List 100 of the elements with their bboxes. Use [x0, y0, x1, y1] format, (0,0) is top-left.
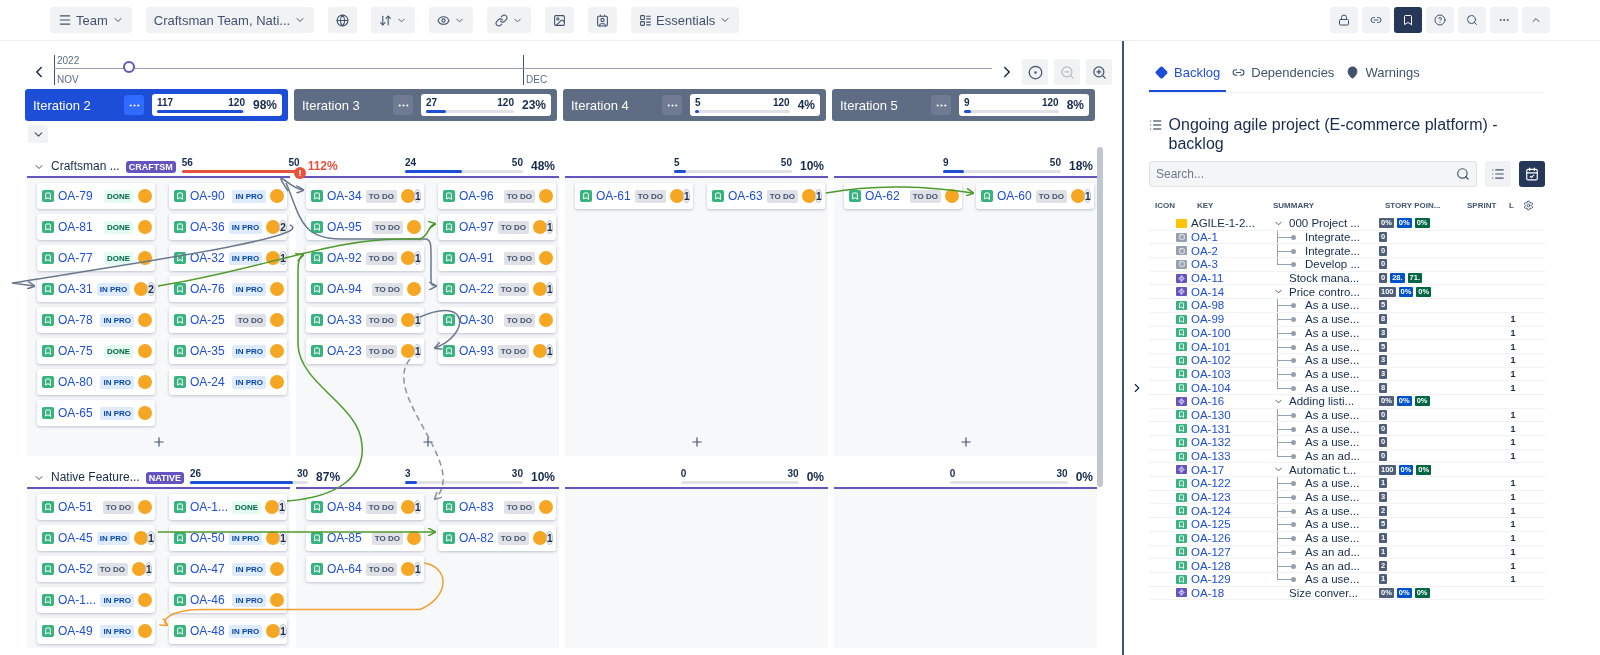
scrollbar[interactable]	[1097, 147, 1103, 487]
issue-key-link[interactable]: OA-17	[1191, 463, 1267, 476]
issue-key-link[interactable]: OA-129	[1191, 573, 1267, 586]
issue-card[interactable]: OA-46 IN PRO	[169, 587, 287, 613]
panel-tab[interactable]: Backlog	[1149, 59, 1227, 92]
iteration-header[interactable]: Iteration 2 117 120 98%	[25, 89, 288, 121]
issue-card[interactable]: OA-90 IN PRO	[169, 183, 287, 209]
team-filter-dropdown[interactable]: Craftsman Team, Nati...	[145, 7, 315, 33]
issue-key-link[interactable]: OA-3	[1191, 258, 1267, 271]
panel-tab[interactable]: Warnings	[1340, 59, 1426, 92]
issue-key-link[interactable]: OA-124	[1191, 504, 1267, 517]
today-button[interactable]	[1022, 59, 1048, 85]
issue-card[interactable]: OA-76 IN PRO	[169, 276, 287, 302]
issue-card[interactable]: OA-96 TO DO	[438, 183, 556, 209]
issue-card[interactable]: OA-33 TO DO 1	[306, 307, 424, 333]
search-field[interactable]: Search...	[1149, 161, 1477, 187]
settings-icon[interactable]	[1523, 199, 1534, 211]
issue-key-link[interactable]: OA-14	[1191, 285, 1267, 298]
issue-card[interactable]: OA-75 DONE	[37, 338, 155, 364]
toolbar-button[interactable]	[1394, 7, 1422, 33]
issue-card[interactable]: OA-60 TO DO 1	[976, 183, 1094, 209]
issue-card[interactable]: OA-25 TO DO	[169, 307, 287, 333]
issue-card[interactable]: OA-51 TO DO	[37, 494, 155, 520]
more-button[interactable]	[124, 95, 144, 115]
issue-card[interactable]: OA-62 TO DO	[844, 183, 962, 209]
issue-card[interactable]: OA-1... DONE 1	[169, 494, 287, 520]
issue-card[interactable]: OA-94 TO DO	[306, 276, 424, 302]
timeline-handle[interactable]	[123, 61, 136, 73]
more-button[interactable]	[931, 95, 951, 115]
issue-card[interactable]: OA-47 IN PRO	[169, 556, 287, 582]
more-button[interactable]	[393, 95, 413, 115]
issue-key-link[interactable]: OA-123	[1191, 491, 1267, 504]
issue-card[interactable]: OA-23 TO DO 1	[306, 338, 424, 364]
iteration-header[interactable]: Iteration 4 5 120 4%	[563, 89, 826, 121]
issue-card[interactable]: OA-1... IN PRO	[37, 587, 155, 613]
issue-card[interactable]: OA-93 TO DO 1	[438, 338, 556, 364]
issue-card[interactable]: OA-61 TO DO 1	[575, 183, 693, 209]
issue-card[interactable]: OA-81 DONE	[37, 214, 155, 240]
issue-card[interactable]: OA-45 IN PRO 1	[37, 525, 155, 551]
zoom-in-button[interactable]	[1086, 59, 1112, 85]
issue-key-link[interactable]: OA-122	[1191, 477, 1267, 490]
issue-card[interactable]: OA-80 IN PRO	[37, 369, 155, 395]
issue-card[interactable]: OA-65 IN PRO	[37, 400, 155, 426]
issue-key-link[interactable]: OA-11	[1191, 272, 1267, 285]
issue-key-link[interactable]: OA-126	[1191, 532, 1267, 545]
issue-key-link[interactable]: OA-98	[1191, 299, 1267, 312]
issue-key-link[interactable]: OA-1	[1191, 231, 1267, 244]
issue-card[interactable]: OA-48 IN PRO 1	[169, 618, 287, 644]
toolbar-button[interactable]	[588, 7, 618, 33]
list-view-button[interactable]	[1485, 161, 1511, 187]
issue-key-link[interactable]: OA-99	[1191, 313, 1267, 326]
issue-card[interactable]: OA-31 IN PRO 2	[37, 276, 155, 302]
issue-card[interactable]: OA-64 TO DO 1	[306, 556, 424, 582]
issue-card[interactable]: OA-97 TO DO 1	[438, 214, 556, 240]
issue-card[interactable]: OA-83 TO DO	[438, 494, 556, 520]
issue-key-link[interactable]: OA-133	[1191, 450, 1267, 463]
issue-card[interactable]: OA-82 TO DO 1	[438, 525, 556, 551]
issue-key-link[interactable]: OA-2	[1191, 244, 1267, 257]
issue-card[interactable]: OA-52 TO DO 1	[37, 556, 155, 582]
issue-card[interactable]: OA-49 IN PRO	[37, 618, 155, 644]
more-button[interactable]	[662, 95, 682, 115]
issue-card[interactable]: OA-63 TO DO 1	[707, 183, 825, 209]
issue-key-link[interactable]: OA-128	[1191, 559, 1267, 572]
iteration-header[interactable]: Iteration 3 27 120 23%	[294, 89, 557, 121]
calendar-view-button[interactable]	[1519, 161, 1545, 187]
issue-card[interactable]: OA-78 IN PRO	[37, 307, 155, 333]
issue-key-link[interactable]: OA-16	[1191, 395, 1267, 408]
issue-key-link[interactable]: OA-132	[1191, 436, 1267, 449]
issue-card[interactable]: OA-77 DONE	[37, 245, 155, 271]
issue-card[interactable]: OA-22 TO DO 1	[438, 276, 556, 302]
iteration-header[interactable]: Iteration 5 9 120 8%	[832, 89, 1095, 121]
issue-card[interactable]: OA-24 IN PRO	[169, 369, 287, 395]
issue-card[interactable]: OA-85 TO DO	[306, 525, 424, 551]
issue-key-link[interactable]: OA-101	[1191, 340, 1267, 353]
toolbar-button[interactable]	[1330, 7, 1358, 33]
toolbar-button[interactable]	[328, 7, 358, 33]
issue-card[interactable]: OA-30 TO DO	[438, 307, 556, 333]
issue-key-link[interactable]: OA-131	[1191, 422, 1267, 435]
collapse-button[interactable]	[28, 125, 48, 143]
issue-card[interactable]: OA-50 IN PRO 1	[169, 525, 287, 551]
issue-key-link[interactable]: OA-103	[1191, 367, 1267, 380]
issue-card[interactable]: OA-92 TO DO 1	[306, 245, 424, 271]
issue-card[interactable]: OA-34 TO DO 1	[306, 183, 424, 209]
team-button[interactable]: Team	[50, 7, 132, 33]
toolbar-button[interactable]	[545, 7, 575, 33]
issue-card[interactable]: OA-91 TO DO	[438, 245, 556, 271]
issue-key-link[interactable]: OA-18	[1191, 586, 1267, 599]
issue-card[interactable]: OA-95 TO DO	[306, 214, 424, 240]
issue-card[interactable]: OA-79 DONE	[37, 183, 155, 209]
panel-tab[interactable]: Dependencies	[1226, 59, 1341, 92]
issue-key-link[interactable]: OA-130	[1191, 408, 1267, 421]
issue-key-link[interactable]: OA-104	[1191, 381, 1267, 394]
issue-card[interactable]: OA-35 IN PRO	[169, 338, 287, 364]
issue-card[interactable]: OA-84 TO DO 1	[306, 494, 424, 520]
issue-key-link[interactable]: OA-102	[1191, 354, 1267, 367]
issue-key-link[interactable]: OA-127	[1191, 545, 1267, 558]
view-dropdown[interactable]: Essentials	[631, 7, 740, 33]
issue-key-link[interactable]: OA-100	[1191, 326, 1267, 339]
issue-key-link[interactable]: OA-125	[1191, 518, 1267, 531]
issue-card[interactable]: OA-36 IN PRO 2	[169, 214, 287, 240]
